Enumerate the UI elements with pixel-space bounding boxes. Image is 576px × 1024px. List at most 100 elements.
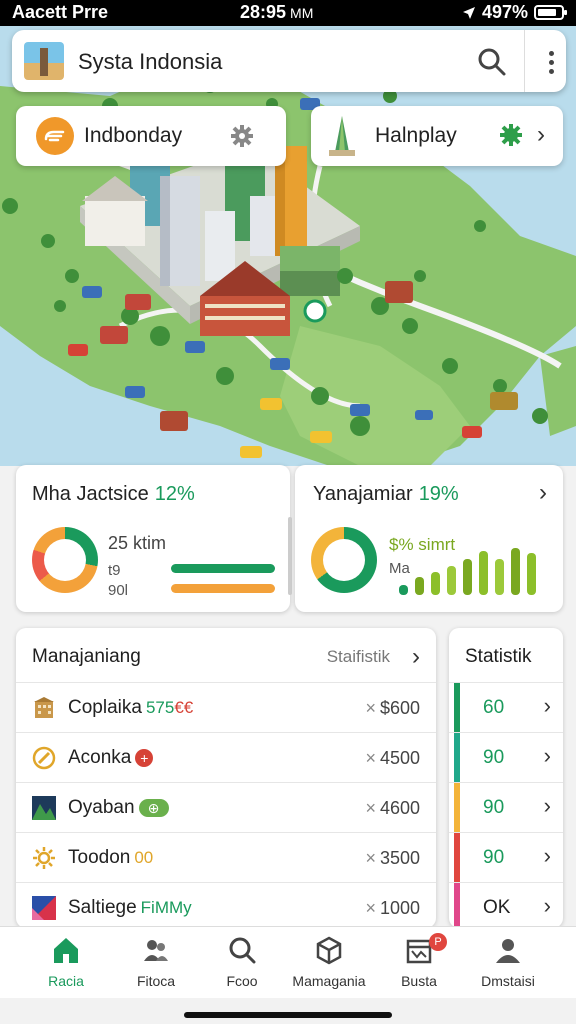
- building-icon: [34, 697, 54, 718]
- mini-bar: [463, 559, 472, 595]
- stat-row[interactable]: 90 ›: [449, 782, 563, 833]
- chevron-right-icon[interactable]: ›: [544, 793, 551, 819]
- mini-bar: [527, 553, 536, 595]
- stat-row[interactable]: 90 ›: [449, 732, 563, 783]
- chevron-right-icon[interactable]: ›: [539, 479, 547, 507]
- nav-label: Fcoo: [226, 973, 258, 989]
- nav-people[interactable]: Fitoca: [108, 927, 204, 999]
- location-thumbnail: [24, 42, 64, 80]
- green-gear-icon[interactable]: [499, 123, 523, 147]
- stats-sub2: 90l: [108, 582, 129, 599]
- search-bar[interactable]: Systa Indonsia: [12, 30, 566, 92]
- compass-icon: [32, 746, 56, 770]
- mini-bar: [399, 585, 408, 595]
- stat-value: 90: [483, 747, 505, 768]
- list-item-price: × 1000: [365, 898, 420, 918]
- clock: 28:95 MM: [240, 2, 314, 22]
- stats-main-value: 25 ktim: [108, 533, 167, 553]
- card-scroll-indicator[interactable]: [288, 517, 292, 595]
- chevron-right-icon[interactable]: ›: [412, 643, 420, 671]
- chevron-right-icon[interactable]: ›: [544, 693, 551, 719]
- profile-icon: [496, 939, 520, 963]
- list-header: Manajaniang Staifistik ›: [16, 628, 436, 684]
- list-action-link[interactable]: Staifistik: [327, 647, 390, 667]
- gear-icon[interactable]: [230, 124, 254, 148]
- carrier-label: Aacett Prre: [12, 2, 109, 22]
- mini-bar: [415, 577, 424, 595]
- progress-bar-green: [171, 564, 275, 573]
- stat-color-strip: [454, 783, 460, 833]
- stat-row[interactable]: 90 ›: [449, 832, 563, 883]
- statistik-column[interactable]: Statistik 60 › 90 › 90 › 90 › OK ›: [449, 628, 563, 928]
- nav-label: Racia: [48, 973, 84, 989]
- manajaniang-list[interactable]: Manajaniang Staifistik › Coplaika 575€€ ×…: [16, 628, 436, 928]
- cube-icon: [316, 936, 342, 965]
- status-bar: Aacett Prre 28:95 MM 497%: [0, 0, 576, 26]
- list-item-name: Toodon 00: [68, 847, 154, 868]
- chevron-right-icon[interactable]: ›: [544, 893, 551, 919]
- stat-color-strip: [454, 733, 460, 783]
- stat-row[interactable]: OK ›: [449, 882, 563, 928]
- donut-chart: [32, 527, 98, 593]
- donut-chart: [311, 527, 377, 593]
- stat-color-strip: [454, 833, 460, 883]
- chevron-right-icon[interactable]: ›: [544, 743, 551, 769]
- stats-title: Mha Jactsice 12%: [32, 483, 195, 505]
- nav-label: Dmstaisi: [481, 973, 535, 989]
- stat-title: Statistik: [465, 646, 532, 667]
- more-vertical-icon[interactable]: [536, 44, 566, 80]
- stats-sub1: t9: [108, 562, 121, 579]
- stat-value: 90: [483, 847, 505, 868]
- list-item[interactable]: Oyaban ⊕ × 4600: [16, 782, 436, 832]
- stat-value: 60: [483, 697, 505, 718]
- list-item[interactable]: Aconka + × 4500: [16, 732, 436, 782]
- chip-label: Halnplay: [375, 124, 457, 147]
- nav-search[interactable]: Fcoo: [194, 927, 290, 999]
- nav-home[interactable]: Racia: [18, 927, 114, 999]
- notification-badge: P: [429, 933, 447, 951]
- stats-title: Yanajamiar 19%: [313, 483, 459, 505]
- nav-profile[interactable]: Dmstaisi: [460, 927, 556, 999]
- stat-color-strip: [454, 883, 460, 928]
- list-item-name: Coplaika 575€€: [68, 697, 194, 718]
- battery-icon: [534, 5, 567, 20]
- mini-bar: [479, 551, 488, 595]
- list-item-price: × 3500: [365, 848, 420, 868]
- map-view[interactable]: [0, 26, 576, 466]
- list-item[interactable]: Toodon 00 × 3500: [16, 832, 436, 882]
- mini-bar: [447, 566, 456, 595]
- status-icons: 497%: [462, 2, 567, 23]
- mini-bar-chart: [399, 535, 549, 595]
- chip-halnplay[interactable]: Halnplay ›: [311, 106, 563, 166]
- search-icon: [229, 937, 256, 964]
- map-illustration: [0, 66, 576, 466]
- search-title[interactable]: Systa Indonsia: [78, 49, 222, 75]
- chevron-right-icon[interactable]: ›: [537, 121, 545, 149]
- progress-bar-orange: [171, 584, 275, 593]
- nav-manage[interactable]: Mamagania: [281, 927, 377, 999]
- list-item[interactable]: Saltiege FiMMy × 1000: [16, 882, 436, 928]
- flag-icon: [32, 896, 56, 920]
- nav-label: Mamagania: [292, 973, 366, 989]
- nav-label: Busta: [401, 973, 437, 989]
- people-icon: [144, 940, 168, 961]
- list-item-price: × $600: [365, 698, 420, 718]
- list-item[interactable]: Coplaika 575€€ × $600: [16, 682, 436, 732]
- search-divider: [524, 30, 525, 92]
- location-icon: [462, 6, 475, 19]
- list-item-name: Saltiege FiMMy: [68, 897, 192, 918]
- stat-color-strip: [454, 683, 460, 733]
- battery-percent: 497%: [481, 2, 528, 22]
- chevron-right-icon[interactable]: ›: [544, 843, 551, 869]
- sun-icon: [33, 847, 55, 869]
- stats-card-right[interactable]: Yanajamiar 19% › $% simrt Ma: [295, 465, 563, 612]
- stat-value: OK: [483, 897, 511, 918]
- nav-busta[interactable]: P Busta: [371, 927, 467, 999]
- search-icon[interactable]: [474, 44, 510, 80]
- mini-bar: [431, 572, 440, 595]
- home-indicator[interactable]: [184, 1012, 392, 1018]
- chip-indbonday[interactable]: Indbonday: [16, 106, 286, 166]
- stats-card-left[interactable]: Mha Jactsice 12% 25 ktim t9 90l: [16, 465, 290, 612]
- list-item-name: Oyaban ⊕: [68, 797, 169, 819]
- stat-row[interactable]: 60 ›: [449, 682, 563, 733]
